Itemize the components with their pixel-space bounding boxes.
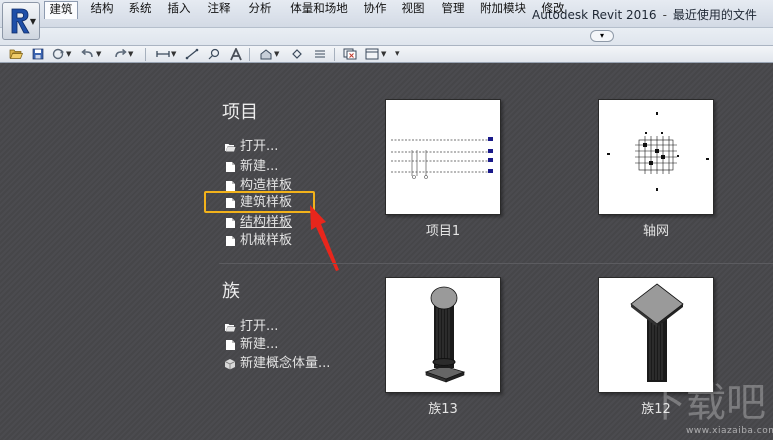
families-heading: 族 [222, 281, 240, 302]
tab-architecture[interactable]: 建筑 [44, 1, 78, 19]
new-conceptual-mass-link[interactable]: 新建概念体量... [224, 355, 330, 373]
grid-preview-icon [607, 112, 709, 191]
document-icon [224, 161, 236, 173]
document-icon [224, 235, 236, 247]
switch-windows-icon [365, 48, 379, 60]
structural-template-link[interactable]: 结构样板 [224, 214, 292, 232]
project-open-label: 打开... [240, 139, 279, 154]
window-title-separator: - [662, 8, 667, 22]
chevron-down-icon[interactable]: ▼ [66, 50, 71, 58]
quick-access-toolbar: ▼ ▼ ▼ ▼ ▼ ▼ ▾ [0, 46, 773, 63]
close-hidden-windows-button[interactable] [342, 47, 358, 61]
cube-icon [224, 358, 236, 370]
tab-collaborate[interactable]: 协作 [359, 1, 391, 17]
family-new-label: 新建... [240, 337, 279, 352]
recent-project-thumbnail-2[interactable] [598, 99, 714, 215]
projects-heading: 项目 [222, 102, 258, 123]
recent-family-thumbnail-1[interactable] [385, 277, 501, 393]
chevron-down-icon[interactable]: ▼ [128, 50, 133, 58]
family-open-link[interactable]: 打开... [224, 318, 278, 336]
mechanical-template-link[interactable]: 机械样板 [224, 232, 292, 250]
toolbar-divider [145, 48, 146, 61]
project-new-link[interactable]: 新建... [224, 158, 278, 176]
aligned-dimension-icon [185, 48, 199, 60]
aligned-dimension-button[interactable] [184, 47, 200, 61]
family-open-label: 打开... [240, 319, 279, 334]
measure-icon [156, 51, 170, 57]
family-new-link[interactable]: 新建... [224, 336, 278, 354]
recent-project-label-2: 轴网 [642, 224, 669, 239]
document-icon [224, 339, 236, 351]
tag-icon [208, 48, 220, 60]
recent-project-label-1: 项目1 [425, 224, 461, 239]
window-title-page: 最近使用的文件 [672, 8, 757, 22]
tab-modify[interactable]: 修改 [537, 1, 569, 17]
chevron-down-icon[interactable]: ▼ [96, 50, 101, 58]
tab-analyze[interactable]: 分析 [244, 1, 276, 17]
tab-insert[interactable]: 插入 [163, 1, 195, 17]
tab-systems[interactable]: 系统 [124, 1, 156, 17]
redo-button[interactable] [112, 47, 128, 61]
thin-lines-button[interactable] [312, 47, 328, 61]
watermark-text: www.xiazaiba.com [686, 426, 773, 436]
save-button[interactable] [30, 47, 46, 61]
structural-template-label: 结构样板 [240, 215, 293, 230]
save-icon [32, 48, 44, 60]
open-button[interactable] [8, 47, 24, 61]
folder-open-icon [224, 141, 236, 153]
undo-icon [81, 48, 93, 58]
project-open-link[interactable]: 打开... [224, 138, 278, 156]
chevron-down-icon[interactable]: ▼ [381, 50, 386, 58]
switch-windows-button[interactable] [364, 47, 380, 61]
chevron-down-icon: ▾ [599, 31, 604, 40]
toolbar-divider [249, 48, 250, 61]
folder-open-icon [9, 49, 23, 59]
3d-view-button[interactable] [258, 47, 274, 61]
undo-button[interactable] [80, 47, 96, 61]
tab-view[interactable]: 视图 [397, 1, 429, 17]
folder-open-icon [224, 321, 236, 333]
close-windows-icon [343, 48, 357, 60]
revit-logo-icon [11, 8, 30, 34]
section-icon [292, 49, 302, 59]
document-icon [224, 217, 236, 229]
tab-manage[interactable]: 管理 [437, 1, 469, 17]
chevron-down-icon[interactable]: ▼ [171, 50, 176, 58]
column-preview-icon [424, 286, 466, 383]
highlight-box [204, 191, 315, 213]
sync-icon [52, 48, 65, 60]
new-conceptual-mass-label: 新建概念体量... [240, 356, 331, 371]
recent-family-label-1: 族13 [428, 402, 458, 417]
watermark-glyphs-icon: 下载吧 [646, 380, 766, 426]
section-button[interactable] [289, 47, 305, 61]
watermark-glyphs: 下载吧 [646, 380, 766, 426]
chevron-down-icon[interactable]: ▼ [274, 50, 279, 58]
toolbar-divider [334, 48, 335, 61]
redo-icon [115, 48, 127, 58]
ribbon-tab-bar [0, 28, 773, 46]
thin-lines-icon [315, 50, 325, 58]
tab-massing-site[interactable]: 体量和场地 [285, 1, 353, 17]
tab-annotate[interactable]: 注释 [203, 1, 235, 17]
mechanical-template-label: 机械样板 [240, 233, 293, 248]
tab-add-ins[interactable]: 附加模块 [476, 1, 530, 17]
house-3d-icon [260, 49, 272, 60]
application-menu-button[interactable]: ▼ [2, 2, 40, 40]
text-icon [230, 47, 242, 60]
section-divider [219, 263, 773, 264]
measure-button[interactable] [155, 47, 171, 61]
tab-structure[interactable]: 结构 [86, 1, 118, 17]
sync-button[interactable] [50, 47, 66, 61]
customize-toolbar-icon[interactable]: ▾ [395, 49, 400, 59]
tag-button[interactable] [206, 47, 222, 61]
chevron-down-icon: ▼ [29, 17, 36, 26]
project-new-label: 新建... [240, 159, 279, 174]
floor-plan-preview-icon [391, 137, 493, 179]
ribbon-display-toggle[interactable]: ▾ [590, 30, 614, 42]
recent-project-thumbnail-1[interactable] [385, 99, 501, 215]
text-button[interactable] [228, 47, 244, 61]
